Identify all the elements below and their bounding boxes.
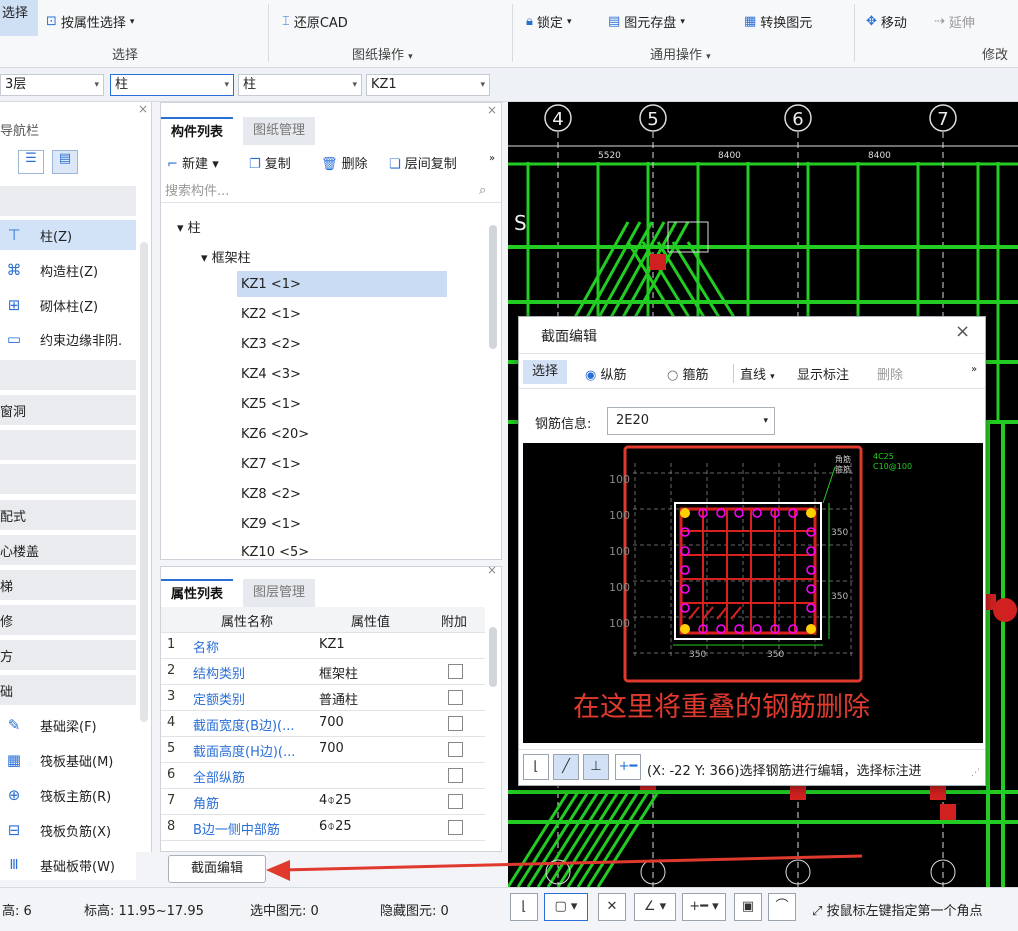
cursor-icon: ⤢	[812, 904, 823, 919]
ortho-toggle-icon[interactable]: ⌊	[510, 893, 538, 921]
status-hidden: 隐藏图元: 0	[380, 904, 449, 919]
arc-icon[interactable]: ⌒	[768, 893, 796, 921]
display-toggle-icon[interactable]: ▣	[734, 893, 762, 921]
cross-select-icon[interactable]: ✕	[598, 893, 626, 921]
status-selected: 选中图元: 0	[250, 904, 319, 919]
status-bar: 高: 6 标高: 11.95~17.95 选中图元: 0 隐藏图元: 0 ⤢ 按…	[0, 887, 1018, 931]
offset-toggle-icon[interactable]: +━ ▾	[682, 893, 726, 921]
snap-toggle-icon[interactable]: ▢ ▾	[544, 893, 588, 921]
status-elevation: 标高: 11.95~17.95	[84, 904, 204, 919]
annotation-arrow	[266, 854, 863, 881]
status-hint: ⤢ 按鼠标左键指定第一个角点	[812, 904, 983, 919]
angle-icon[interactable]: ∠ ▾	[634, 893, 676, 921]
status-layer: 高: 6	[2, 904, 32, 919]
